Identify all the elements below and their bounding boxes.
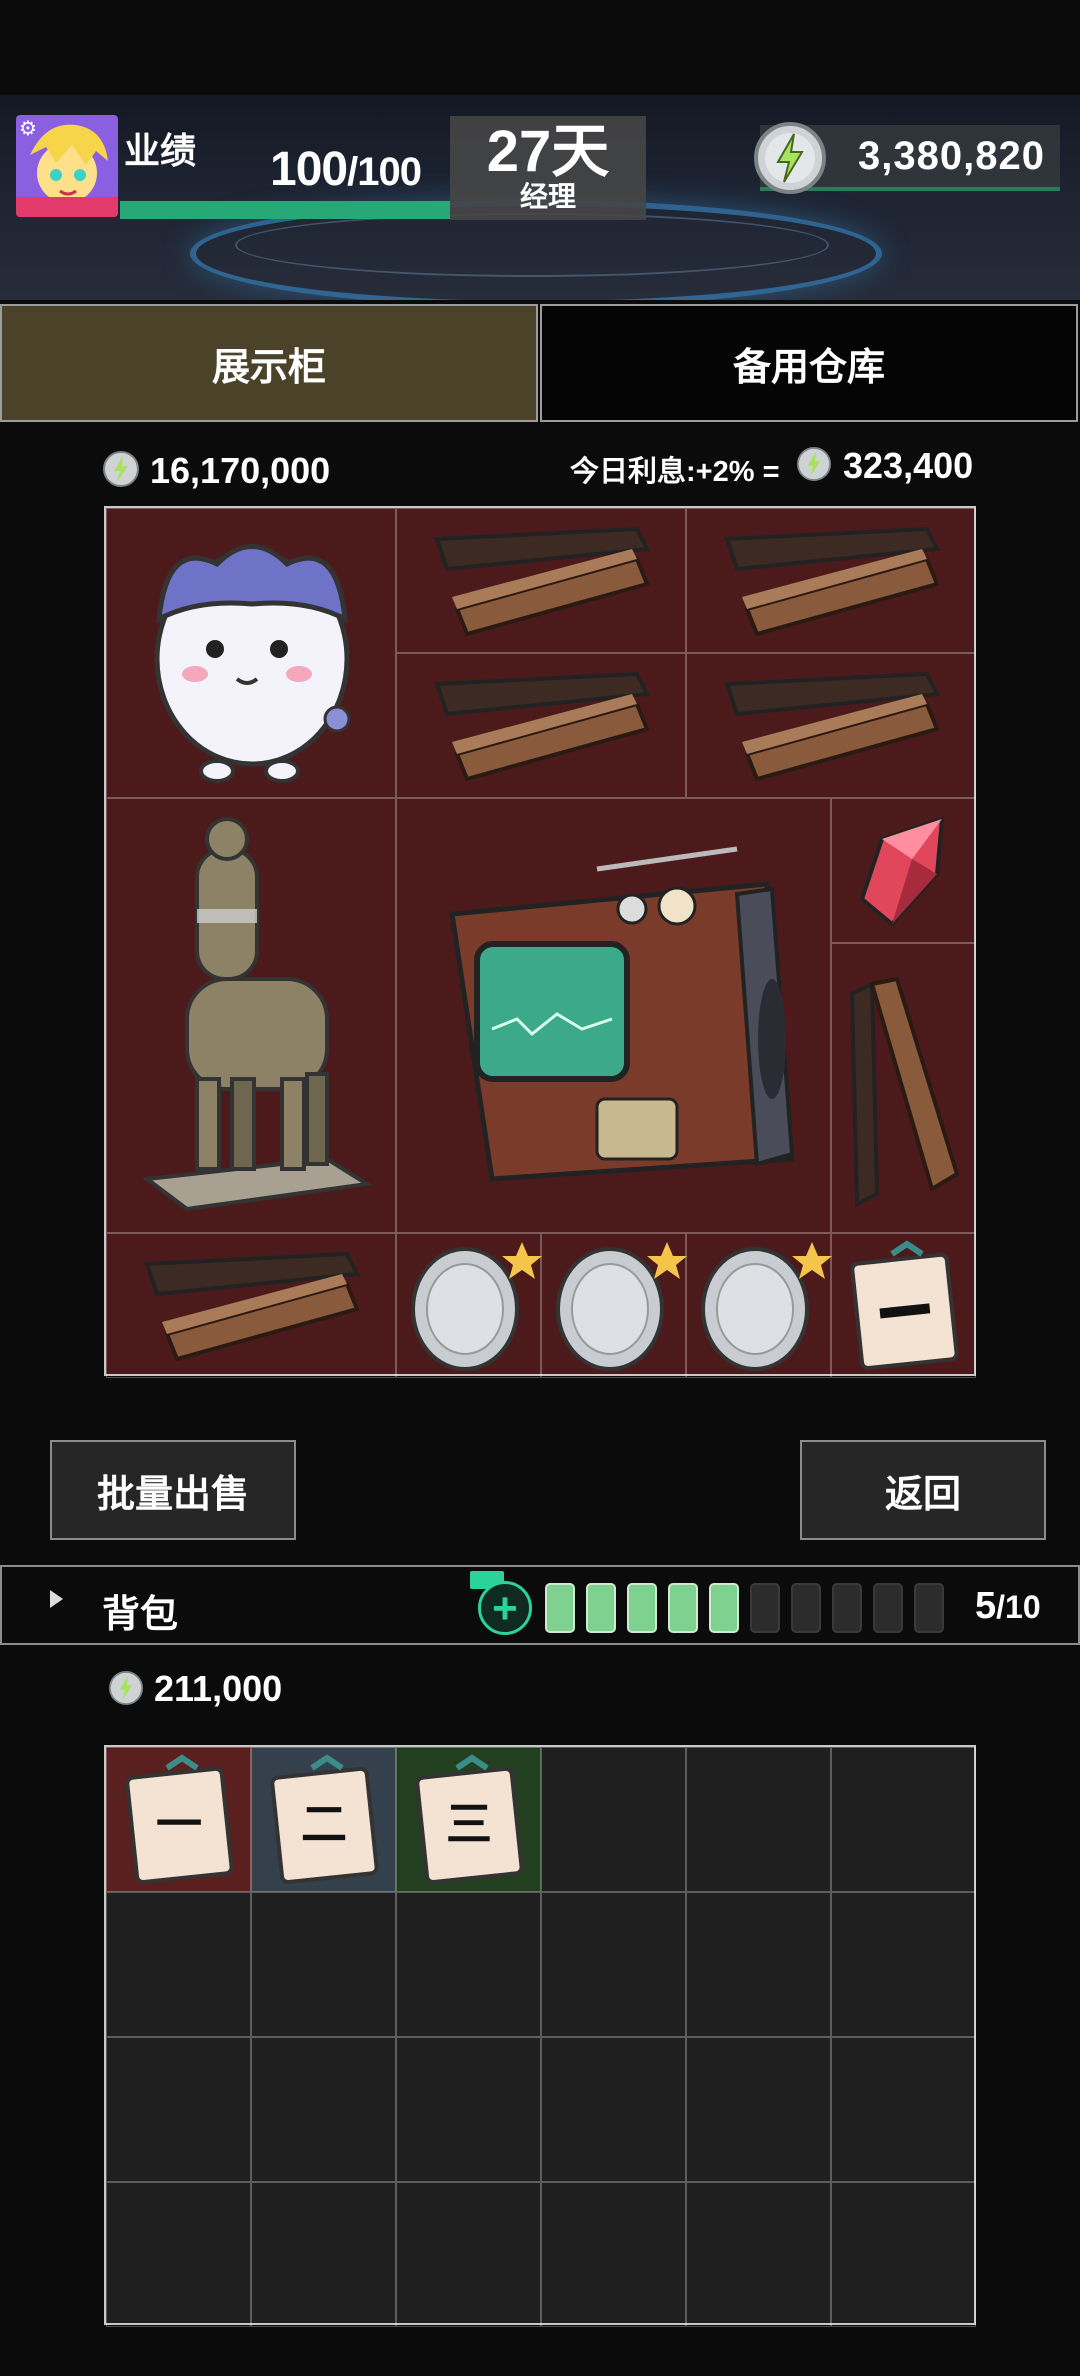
showcase-total-value: 16,170,000 [150,450,331,491]
backpack-empty-slot[interactable] [686,1747,831,1892]
retro-tv-icon [449,846,795,1182]
showcase-item-alpaca-statue[interactable] [106,798,396,1233]
battery-full-icon [586,1583,616,1633]
wood-box-icon [849,976,960,1208]
cat-plush-icon [154,544,351,783]
backpack-capacity: 5/10 [975,1585,1041,1628]
backpack-total-value: 211,000 [154,1668,283,1709]
add-slot-button[interactable]: + [478,1581,532,1635]
role-label: 经理 [519,181,576,212]
daily-interest-label: 今日利息:+2% = [570,456,780,488]
ticket-icon: 二 [270,1754,379,1885]
backpack-empty-slot[interactable] [106,2037,251,2182]
performance-progress-bar [120,201,450,219]
wood-box-icon [724,671,941,782]
ticket-label: 一 [156,1797,202,1851]
backpack-empty-slot[interactable] [396,1892,541,2037]
crystal-icon [859,816,945,927]
ticket-label: 二 [301,1797,347,1851]
showcase-item-retro-tv[interactable] [396,798,831,1233]
ticket-icon: 三 [415,1754,524,1885]
lightning-coin-icon [108,1670,144,1706]
backpack-empty-slot[interactable] [541,1892,686,2037]
showcase-item-ticket[interactable] [831,1233,976,1378]
backpack-empty-slot[interactable] [396,2037,541,2182]
backpack-empty-slot[interactable] [251,2037,396,2182]
battery-empty-icon [791,1583,821,1633]
performance-progress-fill [120,201,450,219]
ticket-icon: 一 [125,1754,234,1885]
ticket-label: 三 [446,1797,492,1851]
showcase-item-wood-box[interactable] [396,508,686,653]
backpack-empty-slot[interactable] [251,2182,396,2327]
showcase-item-silver-coin[interactable] [396,1233,542,1378]
backpack-empty-slot[interactable] [251,1892,396,2037]
battery-empty-icon [750,1583,780,1633]
wood-box-icon [724,526,941,637]
showcase-item-wood-box[interactable] [106,1233,396,1378]
day-counter-box: 27天 经理 [450,116,646,220]
backpack-empty-slot[interactable] [106,1892,251,2037]
backpack-empty-slot[interactable] [541,2182,686,2327]
backpack-empty-slot[interactable] [686,1892,831,2037]
battery-full-icon [668,1583,698,1633]
lightning-coin-icon [754,122,826,194]
capacity-max: /10 [996,1589,1041,1625]
showcase-item-wood-box[interactable] [686,653,976,798]
performance-label: 业绩 [124,130,197,171]
battery-empty-icon [914,1583,944,1633]
backpack-title: 背包 [102,1594,179,1636]
capacity-used: 5 [975,1585,997,1627]
lightning-coin-icon [103,451,139,487]
backpack-item-ticket[interactable]: 二 [251,1747,396,1892]
showcase-item-wood-box[interactable] [396,653,686,798]
backpack-empty-slot[interactable] [541,1747,686,1892]
performance-value: 100/100 [270,142,422,197]
wood-box-icon [434,671,651,782]
showcase-item-wood-box[interactable] [686,508,976,653]
bulk-sell-button[interactable]: 批量出售 [50,1440,296,1540]
showcase-item-silver-coin[interactable] [686,1233,832,1378]
backpack-empty-slot[interactable] [686,2037,831,2182]
backpack-empty-slot[interactable] [831,1892,976,2037]
showcase-item-crystal[interactable] [831,798,976,943]
backpack-empty-slot[interactable] [541,2037,686,2182]
backpack-grid: 一二三 [104,1745,976,2327]
battery-full-icon [627,1583,657,1633]
performance-max: /100 [347,150,422,194]
showcase-grid [104,506,976,1378]
backpack-item-ticket[interactable]: 三 [396,1747,541,1892]
day-value: 27天 [486,119,610,184]
lightning-coin-icon [796,446,832,482]
battery-full-icon [709,1583,739,1633]
backpack-empty-slot[interactable] [831,2182,976,2327]
silver-coin-icon [556,1242,687,1371]
backpack-item-ticket[interactable]: 一 [106,1747,251,1892]
showcase-item-silver-coin[interactable] [541,1233,687,1378]
wood-box-icon [434,526,651,637]
backpack-empty-slot[interactable] [686,2182,831,2327]
tab-display-cabinet[interactable]: 展示柜 [0,304,538,422]
ticket-icon [850,1240,959,1371]
tab-spare-warehouse[interactable]: 备用仓库 [540,304,1078,422]
alpaca-statue-icon [141,817,373,1212]
expand-arrow-icon[interactable] [50,1590,63,1608]
performance-current: 100 [270,143,348,196]
battery-full-icon [545,1583,575,1633]
silver-coin-icon [411,1242,542,1371]
money-value: 3,380,820 [858,134,1045,178]
wood-box-icon [144,1251,361,1362]
silver-coin-icon [701,1242,832,1371]
back-button[interactable]: 返回 [800,1440,1046,1540]
backpack-empty-slot[interactable] [831,2037,976,2182]
backpack-empty-slot[interactable] [831,1747,976,1892]
showcase-item-cat-plush[interactable] [106,508,396,798]
backpack-empty-slot[interactable] [106,2182,251,2327]
showcase-item-wood-box[interactable] [831,943,976,1233]
daily-interest-value: 323,400 [843,445,974,486]
battery-empty-icon [873,1583,903,1633]
backpack-empty-slot[interactable] [396,2182,541,2327]
settings-gear-icon[interactable]: ⚙ [16,117,40,141]
battery-empty-icon [832,1583,862,1633]
